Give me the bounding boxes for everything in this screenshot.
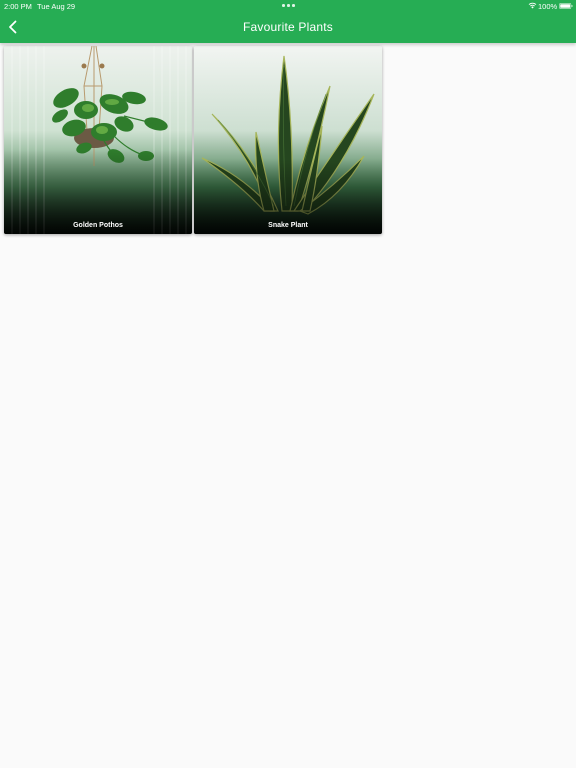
golden-pothos-image [4, 46, 192, 234]
plant-card-snake-plant[interactable]: Snake Plant [194, 46, 382, 234]
app-header: 2:00 PM Tue Aug 29 100% Favourite Plants [0, 0, 576, 43]
plant-name: Snake Plant [268, 222, 308, 229]
battery-icon [559, 2, 573, 9]
multitasking-dots-icon[interactable] [282, 4, 296, 7]
snake-plant-image [194, 46, 382, 234]
page-title: Favourite Plants [243, 20, 333, 34]
wifi-icon [528, 2, 537, 9]
plant-name: Golden Pothos [73, 222, 123, 229]
status-time: 2:00 PM [4, 2, 32, 11]
battery-percentage: 100% [538, 2, 558, 11]
status-date: Tue Aug 29 [37, 2, 76, 11]
status-bar: 2:00 PM Tue Aug 29 100% [0, 0, 576, 12]
plant-card-golden-pothos[interactable]: Golden Pothos [4, 46, 192, 234]
